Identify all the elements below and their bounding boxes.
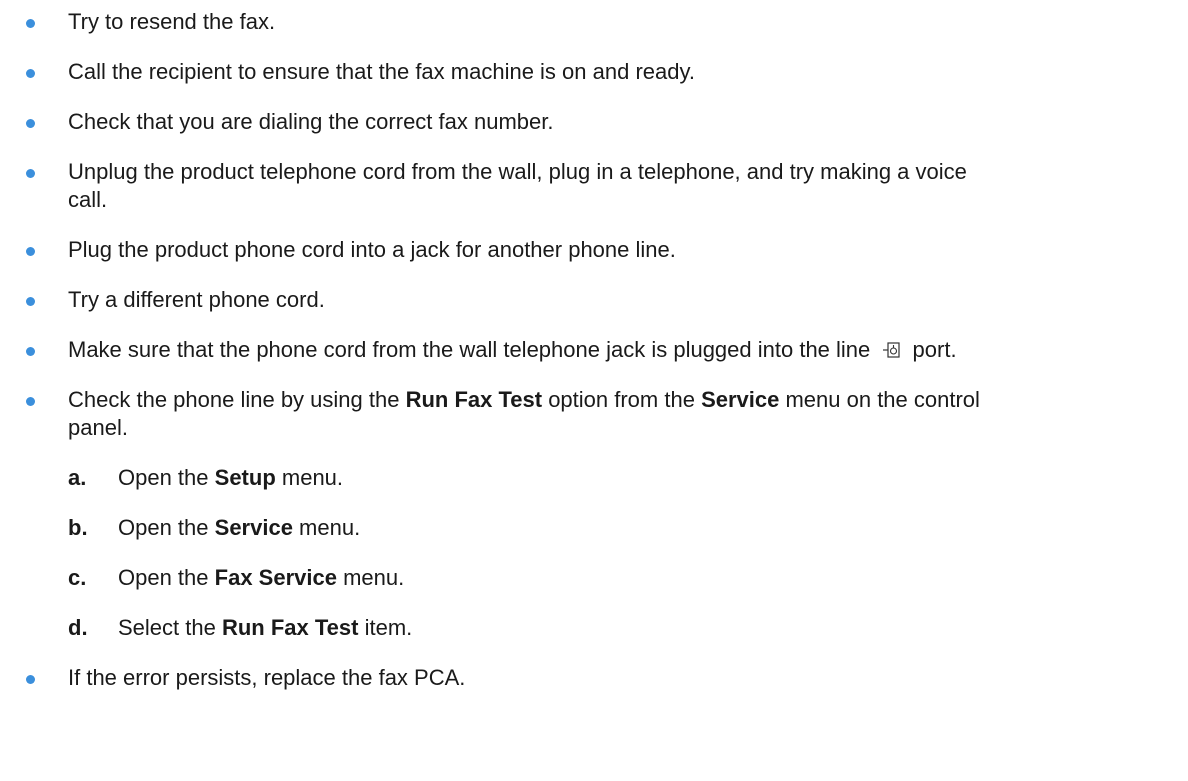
text-segment: menu on the control [779,387,980,412]
bullet-dot [26,247,35,256]
list-item-text: If the error persists, replace the fax P… [68,665,466,690]
list-item-line-2: call. [68,187,108,212]
text-segment: menu. [292,515,361,540]
menu-name: Fax Service [214,565,337,590]
bullet-dot [26,397,35,406]
text-segment: Open the [118,565,215,590]
list-item-text: Make sure that the phone cord from the w… [68,336,1168,367]
menu-item-name: Run Fax Test [221,615,359,640]
bullet-dot [26,347,35,356]
text-segment: Open the [118,515,215,540]
troubleshooting-list: Try to resend the fax. Call the recipien… [0,0,1188,781]
step-text: Open the Setup menu. [118,464,343,492]
menu-name: Setup [214,465,276,490]
list-item-text: Try to resend the fax. [68,9,276,34]
list-item-text: Call the recipient to ensure that the fa… [68,59,695,84]
bullet-dot [26,675,35,684]
list-item-line-2: panel. [68,415,128,440]
list-item-text-before: Make sure that the phone cord from the w… [68,337,871,362]
text-segment: option from the [542,387,702,412]
list-item-text-after: port. [912,337,957,362]
menu-name: Service [214,515,293,540]
text-segment: Select the [118,615,222,640]
step-text: Select the Run Fax Test item. [118,614,412,642]
text-segment: menu. [275,465,344,490]
bullet-dot [26,119,35,128]
text-segment: Check the phone line by using the [68,387,406,412]
list-item-text: Unplug the product telephone cord from t… [68,158,1168,214]
step-letter: d. [68,615,88,640]
text-segment: menu. [336,565,405,590]
step-letter: a. [68,465,87,490]
list-item-text: Check that you are dialing the correct f… [68,109,554,134]
line-port-icon [882,339,902,367]
menu-option-run-fax-test: Run Fax Test [405,387,543,412]
text-segment: Open the [118,465,215,490]
list-item-text: Try a different phone cord. [68,287,325,312]
bullet-dot [26,19,35,28]
list-item-text: Plug the product phone cord into a jack … [68,237,676,262]
list-item-line-1: Unplug the product telephone cord from t… [68,159,967,184]
text-segment: item. [358,615,413,640]
list-item-text: Check the phone line by using the Run Fa… [68,386,1168,442]
bullet-dot [26,69,35,78]
step-text: Open the Service menu. [118,514,360,542]
step-text: Open the Fax Service menu. [118,564,404,592]
step-letter: b. [68,515,88,540]
step-letter: c. [68,565,87,590]
bullet-dot [26,169,35,178]
bullet-dot [26,297,35,306]
menu-name-service: Service [701,387,780,412]
